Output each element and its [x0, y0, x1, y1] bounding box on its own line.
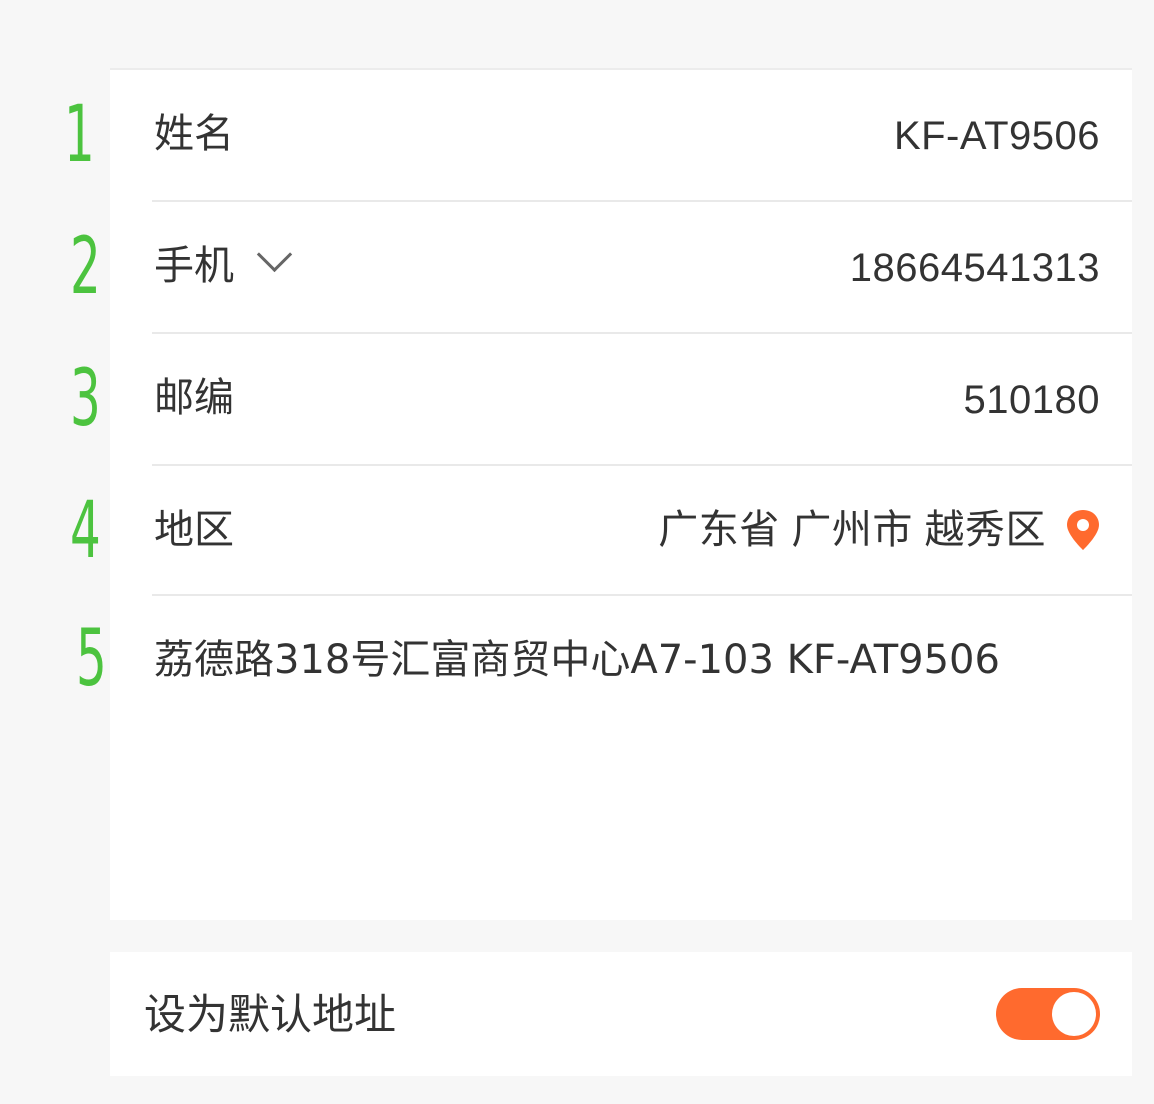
step-marker-4: 4 — [70, 486, 101, 576]
name-row[interactable]: 姓名 KF-AT9506 — [110, 70, 1132, 200]
name-value[interactable]: KF-AT9506 — [894, 116, 1100, 156]
default-address-toggle[interactable] — [996, 988, 1100, 1040]
postcode-value[interactable]: 510180 — [964, 380, 1100, 420]
region-label: 地区 — [154, 507, 234, 553]
detail-address-input[interactable]: 荔德路318号汇富商贸中心A7-103 KF-AT9506 — [154, 640, 1000, 680]
toggle-knob — [1052, 992, 1096, 1036]
step-marker-2: 2 — [70, 222, 101, 312]
chevron-down-icon[interactable] — [256, 236, 293, 273]
step-marker-1: 1 — [64, 90, 95, 180]
name-label: 姓名 — [154, 111, 234, 157]
step-marker-5: 5 — [76, 614, 107, 704]
region-value[interactable]: 广东省 广州市 越秀区 — [658, 510, 1046, 550]
divider — [152, 594, 1132, 596]
postcode-label: 邮编 — [154, 375, 234, 421]
location-pin-icon[interactable] — [1064, 508, 1102, 552]
default-address-row: 设为默认地址 — [110, 952, 1132, 1076]
postcode-row[interactable]: 邮编 510180 — [110, 334, 1132, 464]
step-marker-3: 3 — [70, 354, 101, 444]
phone-row[interactable]: 手机 18664541313 — [110, 202, 1132, 332]
default-address-label: 设为默认地址 — [144, 990, 397, 1039]
phone-label[interactable]: 手机 — [154, 246, 234, 286]
address-form: 姓名 KF-AT9506 手机 18664541313 邮编 510180 地区… — [110, 68, 1132, 920]
region-row[interactable]: 地区 广东省 广州市 越秀区 — [110, 466, 1132, 594]
phone-value[interactable]: 18664541313 — [850, 248, 1100, 288]
